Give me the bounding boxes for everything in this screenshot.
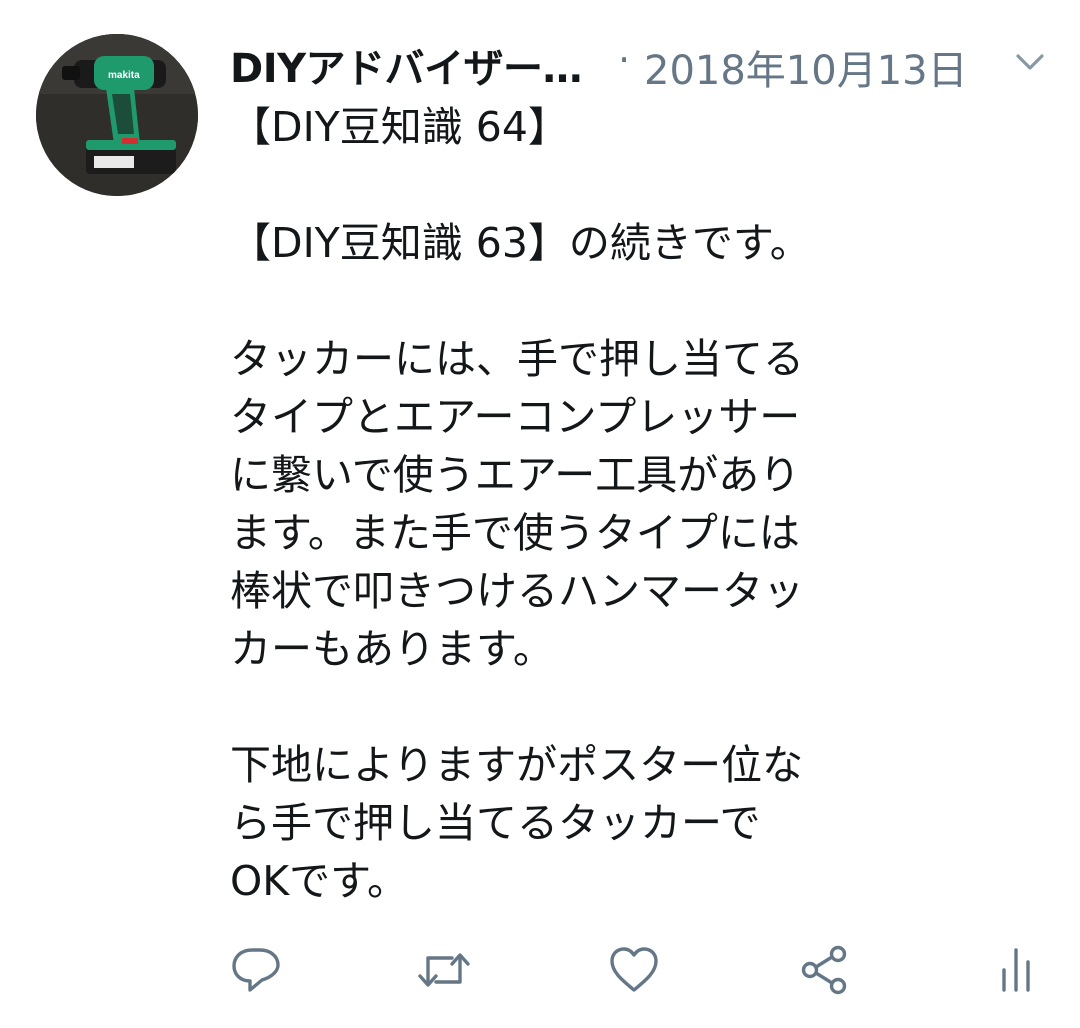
separator: · — [618, 38, 631, 82]
like-button[interactable] — [604, 940, 664, 1000]
tweet-body: 【DIY豆知識 64】 【DIY豆知識 63】の続きです。 タッカーには、手で押… — [230, 98, 870, 910]
body-line: 棒状で叩きつけるハンマータッ — [230, 567, 804, 615]
body-line: タイプとエアーコンプレッサー — [230, 393, 801, 441]
body-line: 下地によりますがポスター位な — [230, 741, 804, 789]
display-name[interactable]: DIYアドバイザー… — [230, 36, 583, 94]
avatar-brand-label: makita — [108, 70, 140, 81]
reply-button[interactable] — [226, 940, 286, 1000]
body-line: に繋いで使うエアー工具があり — [230, 451, 801, 499]
body-line: ます。また手で使うタイプには — [230, 509, 800, 557]
body-line: 【DIY豆知識 64】 — [230, 103, 569, 151]
timestamp[interactable]: 2018年10月13日 — [644, 38, 968, 96]
retweet-button[interactable] — [414, 940, 474, 1000]
analytics-icon — [1002, 948, 1030, 992]
drill-image: makita — [36, 34, 198, 196]
analytics-button[interactable] — [986, 940, 1046, 1000]
share-button[interactable] — [796, 940, 856, 1000]
body-line: OKです。 — [230, 857, 409, 905]
body-line: カーもあります。 — [230, 625, 554, 673]
heart-icon — [610, 947, 658, 992]
action-bar — [0, 940, 1080, 1004]
avatar[interactable]: makita — [36, 34, 198, 196]
reply-icon — [232, 948, 280, 992]
share-icon — [801, 945, 847, 995]
body-line: 【DIY豆知識 63】の続きです。 — [230, 219, 811, 267]
body-line: ら手で押し当てるタッカーで — [230, 799, 761, 847]
chevron-down-icon[interactable] — [1012, 44, 1048, 80]
tweet-header: DIYアドバイザー… · 2018年10月13日 — [230, 30, 1060, 94]
retweet-icon — [418, 953, 470, 987]
body-line: タッカーには、手で押し当てる — [230, 335, 804, 383]
tweet: makita DIYアドバイザー… · 2018年10月13日 【DIY豆知識 … — [0, 0, 1080, 1028]
